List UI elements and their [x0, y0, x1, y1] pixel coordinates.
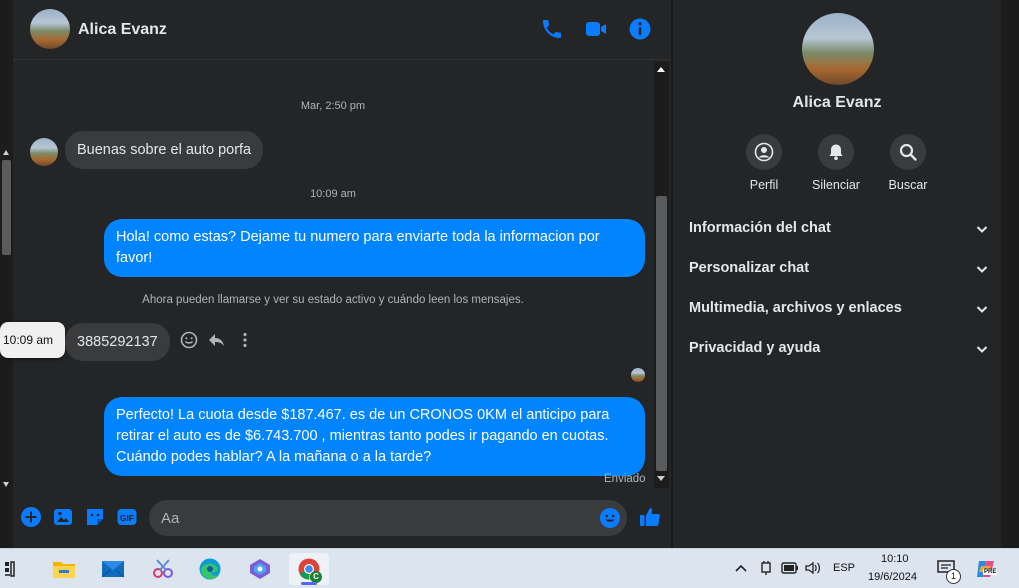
mute-label: Silenciar	[812, 178, 860, 192]
snipping-icon	[153, 559, 173, 578]
notification-count: 1	[946, 569, 961, 584]
outgoing-message[interactable]: Perfecto! La cuota desde $187.467. es de…	[104, 397, 645, 476]
profile-badge: C	[310, 571, 322, 583]
section-label: Personalizar chat	[689, 260, 810, 276]
profile-icon	[754, 142, 774, 162]
preview-badge: PRE	[983, 569, 998, 575]
section-label: Privacidad y ayuda	[689, 340, 821, 356]
chat-panel: Alica Evanz Mar, 2:50 pm Buenas sobre el…	[0, 0, 671, 548]
file-explorer-button[interactable]	[44, 553, 84, 585]
emoji-icon[interactable]	[599, 507, 621, 529]
more-options-icon[interactable]	[235, 330, 255, 350]
scroll-up-arrow[interactable]	[3, 150, 9, 155]
message-status: Enviado	[604, 473, 646, 485]
section-label: Información del chat	[689, 220, 831, 236]
search-icon	[899, 143, 917, 161]
profile-action[interactable]: Perfil	[729, 134, 799, 192]
phone-icon[interactable]	[540, 17, 564, 41]
sender-avatar[interactable]	[30, 138, 58, 166]
contact-name: Alica Evanz	[792, 94, 882, 111]
sticker-icon[interactable]	[84, 506, 106, 528]
mail-icon	[101, 561, 125, 578]
section-chat-info[interactable]: Información del chat	[689, 220, 989, 236]
message-list[interactable]: Mar, 2:50 pm Buenas sobre el auto porfa …	[0, 60, 653, 490]
gif-icon[interactable]: GIF	[116, 506, 138, 528]
outgoing-message[interactable]: Hola! como estas? Dejame tu numero para …	[104, 219, 645, 277]
scroll-thumb[interactable]	[656, 196, 667, 471]
folder-icon	[53, 562, 75, 578]
chevron-up-icon[interactable]	[735, 563, 747, 573]
composer: GIF	[13, 495, 671, 545]
timestamp: 10:09 am	[310, 188, 356, 200]
edge-icon	[199, 558, 221, 580]
plus-icon[interactable]	[20, 506, 42, 528]
seen-avatar	[631, 368, 645, 382]
chat-scrollbar[interactable]	[654, 62, 669, 488]
system-notice: Ahora pueden llamarse y ver su estado ac…	[142, 294, 524, 306]
chevron-down-icon	[976, 306, 988, 313]
mail-button[interactable]	[93, 553, 133, 585]
chevron-down-icon	[976, 346, 988, 353]
section-customize-chat[interactable]: Personalizar chat	[689, 260, 989, 276]
snipping-tool-button[interactable]	[143, 553, 183, 585]
incoming-message[interactable]: Buenas sobre el auto porfa	[65, 131, 264, 169]
message-input[interactable]	[161, 500, 581, 536]
device-icon[interactable]	[759, 560, 773, 576]
copilot-app-button[interactable]	[240, 553, 280, 585]
task-view-icon[interactable]	[4, 560, 22, 578]
reply-icon[interactable]	[207, 330, 227, 350]
volume-icon[interactable]	[805, 561, 821, 575]
battery-icon[interactable]	[781, 562, 799, 574]
profile-label: Perfil	[749, 178, 779, 192]
contact-avatar-large[interactable]	[802, 13, 874, 85]
svg-text:GIF: GIF	[120, 513, 134, 523]
language-indicator[interactable]: ESP	[833, 562, 855, 574]
image-icon[interactable]	[52, 506, 74, 528]
timestamp: Mar, 2:50 pm	[300, 100, 366, 112]
message-input-wrap	[149, 500, 627, 536]
scroll-down-arrow[interactable]	[657, 476, 665, 481]
contact-avatar[interactable]	[30, 9, 70, 49]
chat-header: Alica Evanz	[13, 0, 671, 60]
search-label: Buscar	[888, 178, 928, 192]
search-action[interactable]: Buscar	[873, 134, 943, 192]
section-label: Multimedia, archivos y enlaces	[689, 300, 902, 316]
chevron-down-icon	[976, 226, 988, 233]
clock-time[interactable]: 10:10	[881, 553, 909, 565]
section-privacy-help[interactable]: Privacidad y ayuda	[689, 340, 989, 356]
like-icon[interactable]	[638, 505, 662, 529]
conversation-info-panel: Alica Evanz Perfil Silenciar Buscar Info…	[673, 0, 1001, 548]
info-icon[interactable]	[628, 17, 652, 41]
scroll-down-arrow[interactable]	[3, 482, 9, 487]
incoming-message[interactable]: 3885292137	[65, 323, 170, 361]
chrome-button[interactable]: C	[289, 553, 329, 585]
taskbar: C ESP 10:10 19/6/2024 1 PRE	[0, 548, 1019, 588]
contact-name[interactable]: Alica Evanz	[78, 21, 167, 39]
video-call-icon[interactable]	[584, 17, 608, 41]
chevron-down-icon	[976, 266, 988, 273]
section-media-files[interactable]: Multimedia, archivos y enlaces	[689, 300, 989, 316]
edge-button[interactable]	[190, 553, 230, 585]
left-scrollbar[interactable]	[0, 0, 13, 548]
loop-icon	[250, 559, 270, 579]
window-right-edge	[1001, 0, 1019, 548]
scroll-up-arrow[interactable]	[657, 67, 665, 72]
messenger-window: Alica Evanz Mar, 2:50 pm Buenas sobre el…	[0, 0, 1019, 548]
mute-action[interactable]: Silenciar	[801, 134, 871, 192]
clock-date[interactable]: 19/6/2024	[868, 571, 917, 583]
scroll-thumb[interactable]	[2, 160, 11, 255]
time-tooltip: 10:09 am	[0, 322, 65, 358]
bell-icon	[829, 144, 843, 160]
react-emoji-icon[interactable]	[179, 330, 199, 350]
